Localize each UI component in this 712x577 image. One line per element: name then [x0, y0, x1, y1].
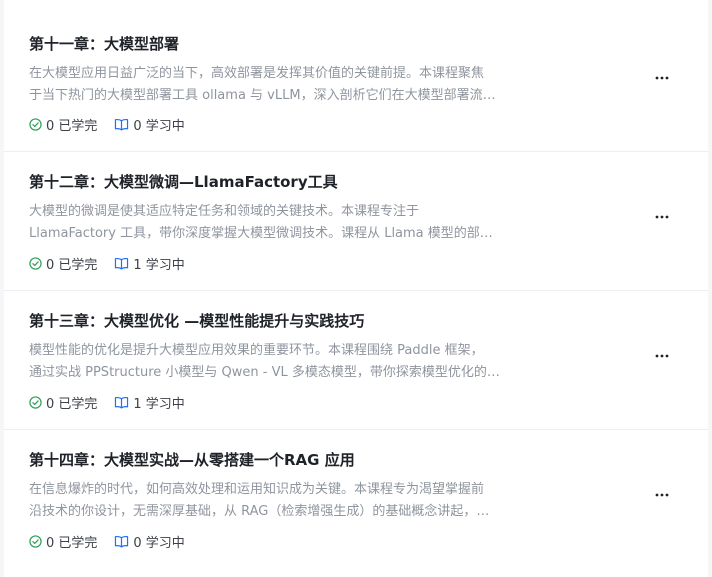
more-options-button[interactable]: [652, 207, 672, 227]
chapter-stats: 0 已学完 0 学习中: [29, 115, 185, 134]
learning-count: 1 学习中: [133, 396, 185, 412]
open-book-icon: [115, 535, 129, 547]
completed-stat: 0 已学完: [29, 115, 97, 134]
more-horizontal-icon: [655, 215, 669, 219]
chapter-description-line: 沿技术的你设计，无需深厚基础，从 RAG（检索增强生成）的基础概念讲起，…: [29, 504, 490, 519]
learning-stat: 1 学习中: [114, 254, 185, 273]
chapter-description: 在信息爆炸的时代，如何高效处理和运用知识成为关键。本课程专为渴望掌握前 沿技术的…: [29, 479, 529, 523]
chapter-description-line: 大模型的微调是使其适应特定任务和领域的关键技术。本课程专注于: [29, 204, 420, 219]
more-options-button[interactable]: [652, 68, 672, 88]
chapter-card[interactable]: 第十三章：大模型优化 —模型性能提升与实践技巧 模型性能的优化是提升大模型应用效…: [4, 291, 708, 430]
check-circle-icon: [29, 534, 42, 548]
open-book-icon: [115, 118, 129, 130]
chapter-card[interactable]: 第十一章：大模型部署 在大模型应用日益广泛的当下，高效部署是发挥其价值的关键前提…: [4, 0, 708, 152]
chapter-card[interactable]: 第十四章：大模型实战—从零搭建一个RAG 应用 在信息爆炸的时代，如何高效处理和…: [4, 430, 708, 577]
more-options-button[interactable]: [652, 485, 672, 505]
completed-count: 0 已学完: [46, 535, 98, 551]
chapter-stats: 0 已学完 1 学习中: [29, 254, 185, 273]
check-circle-icon: [29, 117, 42, 131]
learning-count: 1 学习中: [133, 257, 185, 273]
more-horizontal-icon: [655, 354, 669, 358]
chapter-title[interactable]: 第十三章：大模型优化 —模型性能提升与实践技巧: [29, 311, 629, 331]
chapter-description: 模型性能的优化是提升大模型应用效果的重要环节。本课程围绕 Paddle 框架， …: [29, 340, 529, 384]
completed-count: 0 已学完: [46, 118, 98, 134]
completed-count: 0 已学完: [46, 396, 98, 412]
chapter-description-line: 通过实战 PPStructure 小模型与 Qwen - VL 多模态模型，带你…: [29, 365, 500, 380]
learning-stat: 0 学习中: [114, 115, 185, 134]
chapter-description: 在大模型应用日益广泛的当下，高效部署是发挥其价值的关键前提。本课程聚焦 于当下热…: [29, 63, 529, 107]
check-circle-icon: [29, 395, 42, 409]
chapter-stats: 0 已学完 0 学习中: [29, 532, 185, 551]
more-horizontal-icon: [655, 493, 669, 497]
completed-stat: 0 已学完: [29, 532, 97, 551]
chapter-title[interactable]: 第十二章：大模型微调—LlamaFactory工具: [29, 172, 629, 192]
learning-stat: 1 学习中: [114, 393, 185, 412]
more-horizontal-icon: [655, 76, 669, 80]
chapter-title[interactable]: 第十一章：大模型部署: [29, 34, 629, 54]
open-book-icon: [115, 396, 129, 408]
completed-count: 0 已学完: [46, 257, 98, 273]
chapter-description-line: 模型性能的优化是提升大模型应用效果的重要环节。本课程围绕 Paddle 框架，: [29, 343, 484, 358]
chapter-description-line: LlamaFactory 工具，带你深度掌握大模型微调技术。课程从 Llama …: [29, 226, 493, 241]
chapter-description-line: 于当下热门的大模型部署工具 ollama 与 vLLM，深入剖析它们在大模型部署…: [29, 88, 496, 103]
learning-count: 0 学习中: [133, 535, 185, 551]
chapter-title[interactable]: 第十四章：大模型实战—从零搭建一个RAG 应用: [29, 450, 629, 470]
learning-stat: 0 学习中: [114, 532, 185, 551]
completed-stat: 0 已学完: [29, 393, 97, 412]
chapter-description-line: 在大模型应用日益广泛的当下，高效部署是发挥其价值的关键前提。本课程聚焦: [29, 66, 485, 81]
chapter-stats: 0 已学完 1 学习中: [29, 393, 185, 412]
learning-count: 0 学习中: [133, 118, 185, 134]
chapter-description: 大模型的微调是使其适应特定任务和领域的关键技术。本课程专注于 LlamaFact…: [29, 201, 529, 245]
chapter-card[interactable]: 第十二章：大模型微调—LlamaFactory工具 大模型的微调是使其适应特定任…: [4, 152, 708, 291]
open-book-icon: [115, 257, 129, 269]
chapter-list: 第十一章：大模型部署 在大模型应用日益广泛的当下，高效部署是发挥其价值的关键前提…: [4, 0, 708, 577]
check-circle-icon: [29, 256, 42, 270]
chapter-description-line: 在信息爆炸的时代，如何高效处理和运用知识成为关键。本课程专为渴望掌握前: [29, 482, 485, 497]
more-options-button[interactable]: [652, 346, 672, 366]
completed-stat: 0 已学完: [29, 254, 97, 273]
